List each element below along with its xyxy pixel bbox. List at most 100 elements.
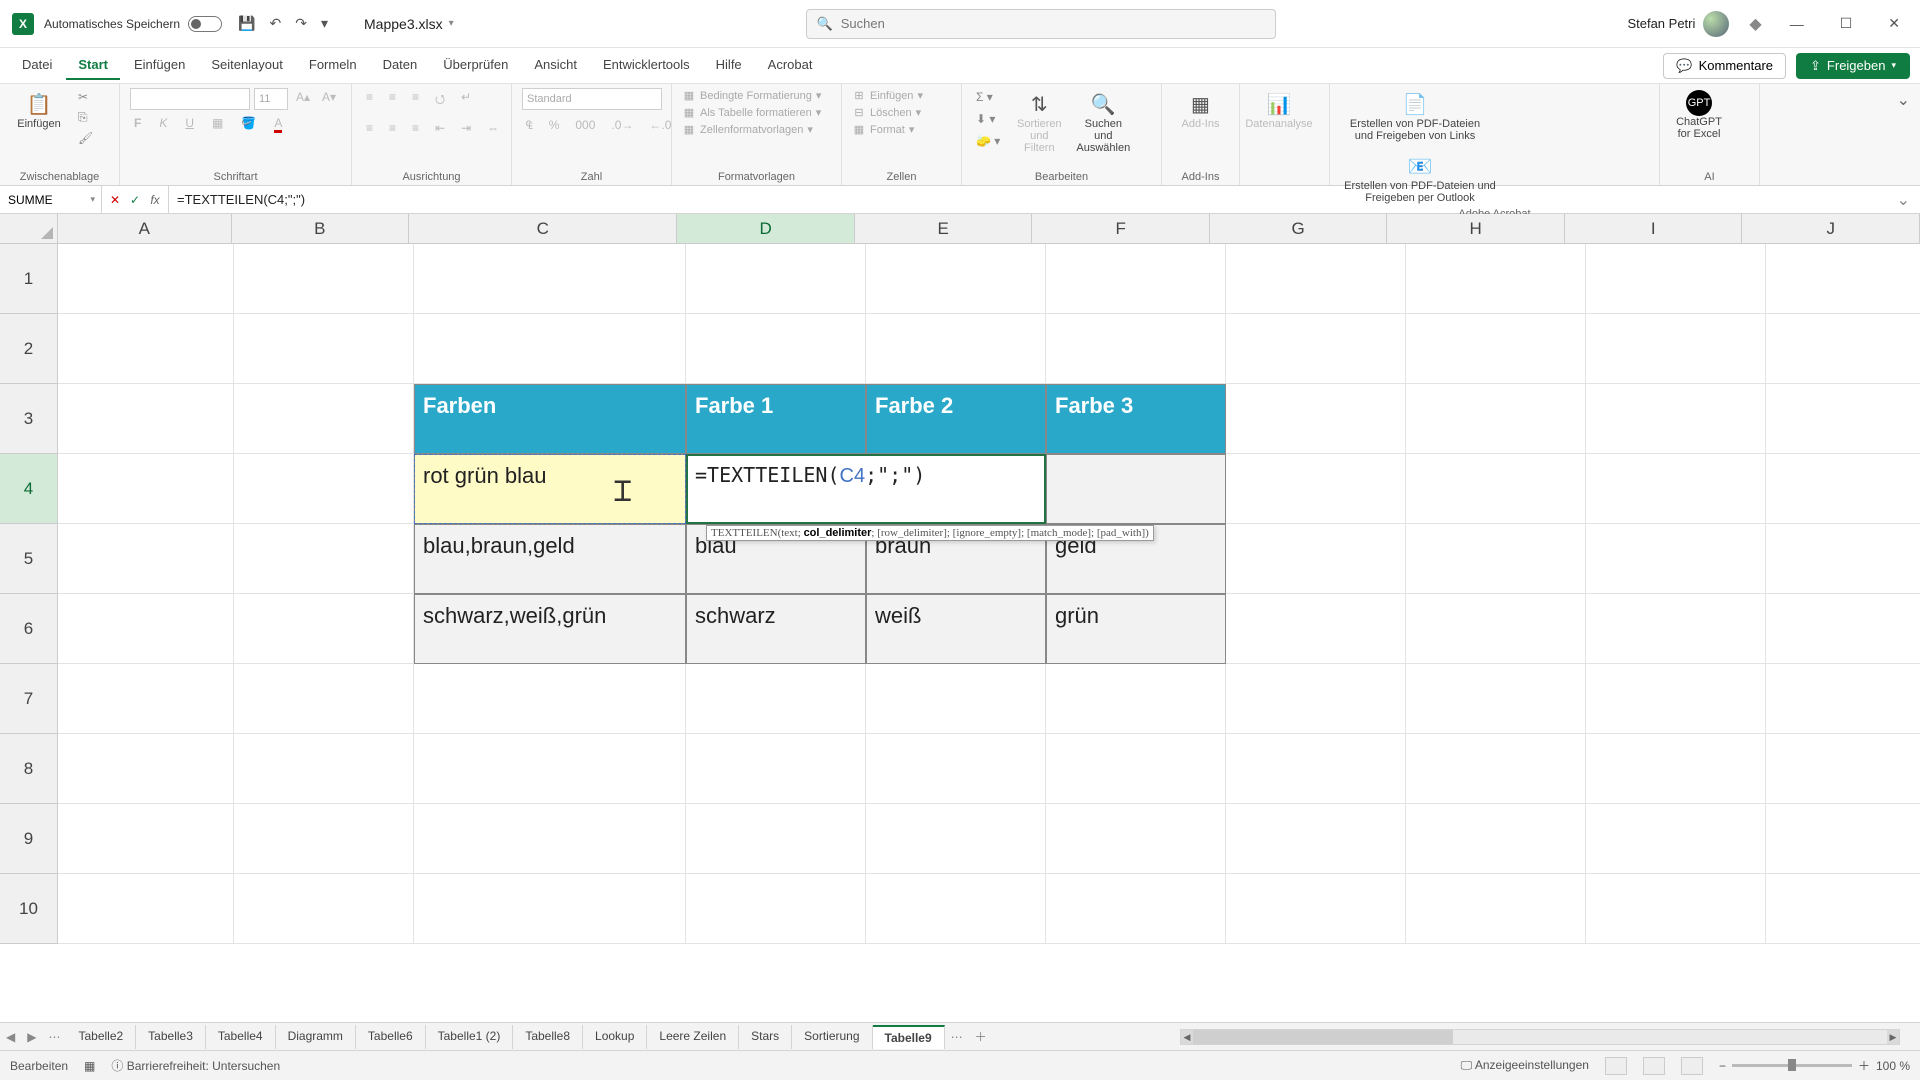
row-header-6[interactable]: 6 <box>0 594 58 664</box>
align-left-icon[interactable]: ≡ <box>362 119 377 137</box>
cell-H10[interactable] <box>1406 874 1586 944</box>
fill-color-icon[interactable]: 🪣 <box>237 114 260 132</box>
cell-B6[interactable] <box>234 594 414 664</box>
sheet-add-icon[interactable]: ＋ <box>969 1028 993 1045</box>
cell-B10[interactable] <box>234 874 414 944</box>
border-icon[interactable]: ▦ <box>208 114 227 132</box>
cell-B8[interactable] <box>234 734 414 804</box>
status-macro-icon[interactable]: ▦ <box>84 1059 95 1073</box>
window-minimize-icon[interactable]: — <box>1782 12 1812 36</box>
cell-B1[interactable] <box>234 244 414 314</box>
cell-D6[interactable]: schwarz <box>686 594 866 664</box>
align-middle-icon[interactable]: ≡ <box>385 88 400 113</box>
cell-B3[interactable] <box>234 384 414 454</box>
cell-D2[interactable] <box>686 314 866 384</box>
format-cells-button[interactable]: ▦Format ▾ <box>852 122 914 137</box>
sheet-more-icon[interactable]: ⋯ <box>945 1030 969 1044</box>
cell-D4[interactable]: =TEXTTEILEN(C4;";") <box>686 454 1046 524</box>
font-color-icon[interactable]: A <box>270 114 286 132</box>
cell-I3[interactable] <box>1586 384 1766 454</box>
sheet-nav-more-icon[interactable]: ⋯ <box>42 1030 66 1044</box>
cell-F2[interactable] <box>1046 314 1226 384</box>
row-header-8[interactable]: 8 <box>0 734 58 804</box>
zoom-level[interactable]: 100 % <box>1876 1059 1910 1073</box>
italic-icon[interactable]: K <box>155 114 171 132</box>
sheet-tab-tabelle2[interactable]: Tabelle2 <box>66 1025 136 1049</box>
cell-C7[interactable] <box>414 664 686 734</box>
cell-H9[interactable] <box>1406 804 1586 874</box>
save-icon[interactable]: 💾 <box>238 15 255 32</box>
cell-I1[interactable] <box>1586 244 1766 314</box>
cell-J1[interactable] <box>1766 244 1920 314</box>
cell-B9[interactable] <box>234 804 414 874</box>
column-header-C[interactable]: C <box>409 214 677 244</box>
cell-B5[interactable] <box>234 524 414 594</box>
cell-I8[interactable] <box>1586 734 1766 804</box>
tab-acrobat[interactable]: Acrobat <box>756 51 825 80</box>
zoom-slider[interactable] <box>1732 1064 1852 1067</box>
cell-F9[interactable] <box>1046 804 1226 874</box>
cell-H2[interactable] <box>1406 314 1586 384</box>
cell-F7[interactable] <box>1046 664 1226 734</box>
cell-C2[interactable] <box>414 314 686 384</box>
cell-C5[interactable]: blau,braun,geld <box>414 524 686 594</box>
sheet-tab-tabelle8[interactable]: Tabelle8 <box>513 1025 583 1049</box>
column-header-D[interactable]: D <box>677 214 855 244</box>
cell-G4[interactable] <box>1226 454 1406 524</box>
copy-icon[interactable]: ⎘ <box>74 108 97 127</box>
cell-E1[interactable] <box>866 244 1046 314</box>
comma-icon[interactable]: 000 <box>571 116 599 134</box>
cell-F10[interactable] <box>1046 874 1226 944</box>
cell-A10[interactable] <box>58 874 234 944</box>
underline-icon[interactable]: U <box>181 114 198 132</box>
ribbon-collapse-chevron-icon[interactable]: ⌄ <box>1897 90 1910 110</box>
cell-F8[interactable] <box>1046 734 1226 804</box>
view-normal-icon[interactable] <box>1605 1057 1627 1075</box>
cell-B2[interactable] <box>234 314 414 384</box>
row-header-4[interactable]: 4 <box>0 454 58 524</box>
tab-ansicht[interactable]: Ansicht <box>522 51 589 80</box>
tab-formeln[interactable]: Formeln <box>297 51 369 80</box>
cell-I2[interactable] <box>1586 314 1766 384</box>
cell-C9[interactable] <box>414 804 686 874</box>
hscroll-left-arrow-icon[interactable]: ◀ <box>1181 1030 1193 1044</box>
formula-fx-icon[interactable]: fx <box>146 193 164 207</box>
cell-A4[interactable] <box>58 454 234 524</box>
decrease-font-icon[interactable]: A▾ <box>318 88 340 110</box>
row-header-7[interactable]: 7 <box>0 664 58 734</box>
tab-ueberpruefen[interactable]: Überprüfen <box>431 51 520 80</box>
row-header-9[interactable]: 9 <box>0 804 58 874</box>
comments-button[interactable]: 💬 Kommentare <box>1663 53 1786 79</box>
cell-G6[interactable] <box>1226 594 1406 664</box>
tab-entwicklertools[interactable]: Entwicklertools <box>591 51 702 80</box>
tab-seitenlayout[interactable]: Seitenlayout <box>199 51 295 80</box>
cell-G3[interactable] <box>1226 384 1406 454</box>
cell-A6[interactable] <box>58 594 234 664</box>
formula-enter-icon[interactable]: ✓ <box>126 193 144 207</box>
cell-E2[interactable] <box>866 314 1046 384</box>
share-button[interactable]: ⇪ Freigeben ▾ <box>1796 53 1910 79</box>
cell-H1[interactable] <box>1406 244 1586 314</box>
cell-J4[interactable] <box>1766 454 1920 524</box>
currency-icon[interactable]: ₠ <box>522 116 537 134</box>
cell-E3[interactable]: Farbe 2 <box>866 384 1046 454</box>
cut-icon[interactable]: ✂ <box>74 88 97 106</box>
format-painter-icon[interactable]: 🖌 <box>74 129 97 147</box>
sheet-tab-sortierung[interactable]: Sortierung <box>792 1025 872 1049</box>
font-size-combo[interactable] <box>254 88 288 110</box>
row-header-10[interactable]: 10 <box>0 874 58 944</box>
cell-A3[interactable] <box>58 384 234 454</box>
cell-G8[interactable] <box>1226 734 1406 804</box>
number-format-combo[interactable] <box>522 88 662 110</box>
tab-start[interactable]: Start <box>66 51 120 80</box>
tab-einfuegen[interactable]: Einfügen <box>122 51 197 80</box>
data-analysis-button[interactable]: 📊 Datenanalyse <box>1250 88 1308 132</box>
align-center-icon[interactable]: ≡ <box>385 119 400 137</box>
column-header-B[interactable]: B <box>232 214 410 244</box>
row-header-3[interactable]: 3 <box>0 384 58 454</box>
redo-icon[interactable]: ↷ <box>295 15 307 32</box>
tab-datei[interactable]: Datei <box>10 51 64 80</box>
hscroll-thumb[interactable] <box>1193 1030 1453 1044</box>
cell-H5[interactable] <box>1406 524 1586 594</box>
avatar[interactable] <box>1703 11 1729 37</box>
